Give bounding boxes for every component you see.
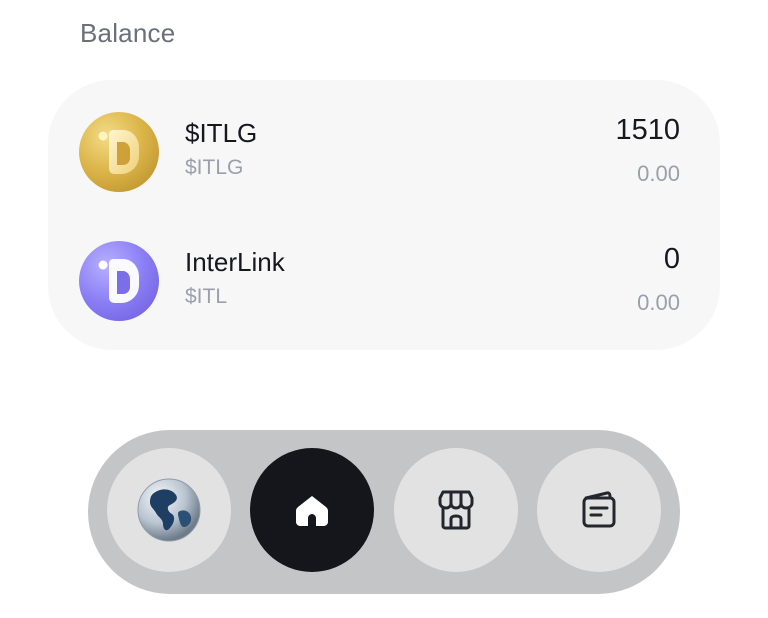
token-value: 0.00 xyxy=(637,290,680,315)
itlg-coin-icon xyxy=(79,112,159,192)
globe-icon xyxy=(137,478,201,542)
nav-button-globe[interactable] xyxy=(107,448,231,572)
balance-screen: Balance $ITLG $ITLG 1510 0.00 InterLink … xyxy=(0,0,768,618)
wallet-icon xyxy=(582,491,616,528)
store-icon xyxy=(438,490,474,530)
token-amount: 1510 xyxy=(615,114,680,146)
balance-title: Balance xyxy=(80,18,176,48)
nav-button-wallet[interactable] xyxy=(537,448,661,572)
token-name: InterLink xyxy=(185,247,285,277)
balance-card: $ITLG $ITLG 1510 0.00 InterLink $ITL 0 0… xyxy=(48,80,720,350)
bottom-nav xyxy=(88,430,680,594)
nav-button-store[interactable] xyxy=(394,448,518,572)
interlink-coin-icon xyxy=(79,241,159,321)
token-symbol: $ITL xyxy=(185,285,228,308)
token-value: 0.00 xyxy=(637,161,680,186)
token-symbol: $ITLG xyxy=(185,156,244,179)
token-name: $ITLG xyxy=(185,118,258,148)
token-row-interlink[interactable]: InterLink $ITL 0 0.00 xyxy=(48,235,720,345)
token-amount: 0 xyxy=(663,243,680,275)
nav-button-home[interactable] xyxy=(250,448,374,572)
home-icon xyxy=(296,496,328,526)
token-row-itlg[interactable]: $ITLG $ITLG 1510 0.00 xyxy=(48,106,720,216)
